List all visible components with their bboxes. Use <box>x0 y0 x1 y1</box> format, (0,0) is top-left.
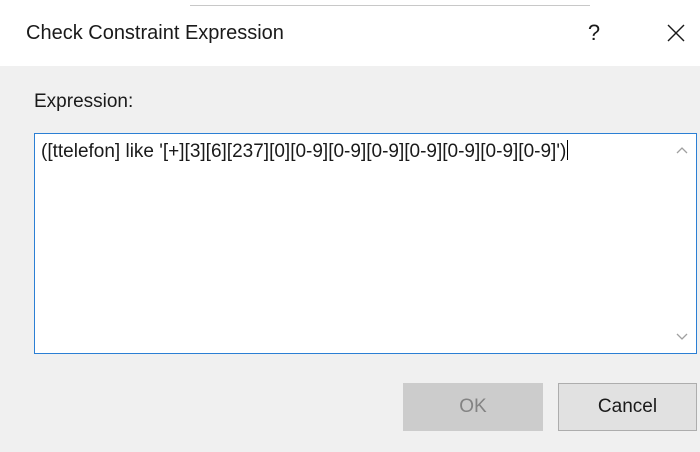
expression-label: Expression: <box>34 91 134 112</box>
check-constraint-dialog: Check Constraint Expression ? Expression… <box>0 0 700 452</box>
chevron-up-icon <box>676 147 688 154</box>
scroll-up-button[interactable] <box>668 136 696 164</box>
chevron-down-icon <box>676 333 688 340</box>
expression-textarea[interactable]: ([ttelefon] like '[+][3][6][237][0][0-9]… <box>34 133 697 354</box>
expression-text[interactable]: ([ttelefon] like '[+][3][6][237][0][0-9]… <box>41 140 665 164</box>
text-caret <box>567 140 569 160</box>
dialog-title: Check Constraint Expression <box>26 22 284 44</box>
background-window-edge-line <box>190 0 590 6</box>
vertical-scrollbar[interactable] <box>668 134 696 353</box>
help-button[interactable]: ? <box>572 14 616 52</box>
title-bar: Check Constraint Expression ? <box>0 0 700 66</box>
background-window-edge <box>0 0 700 6</box>
close-icon <box>667 24 685 42</box>
expression-value: ([ttelefon] like '[+][3][6][237][0][0-9]… <box>41 141 567 162</box>
cancel-button[interactable]: Cancel <box>558 383 697 431</box>
ok-button[interactable]: OK <box>403 383 543 431</box>
close-button[interactable] <box>654 14 698 52</box>
scroll-down-button[interactable] <box>668 323 696 351</box>
